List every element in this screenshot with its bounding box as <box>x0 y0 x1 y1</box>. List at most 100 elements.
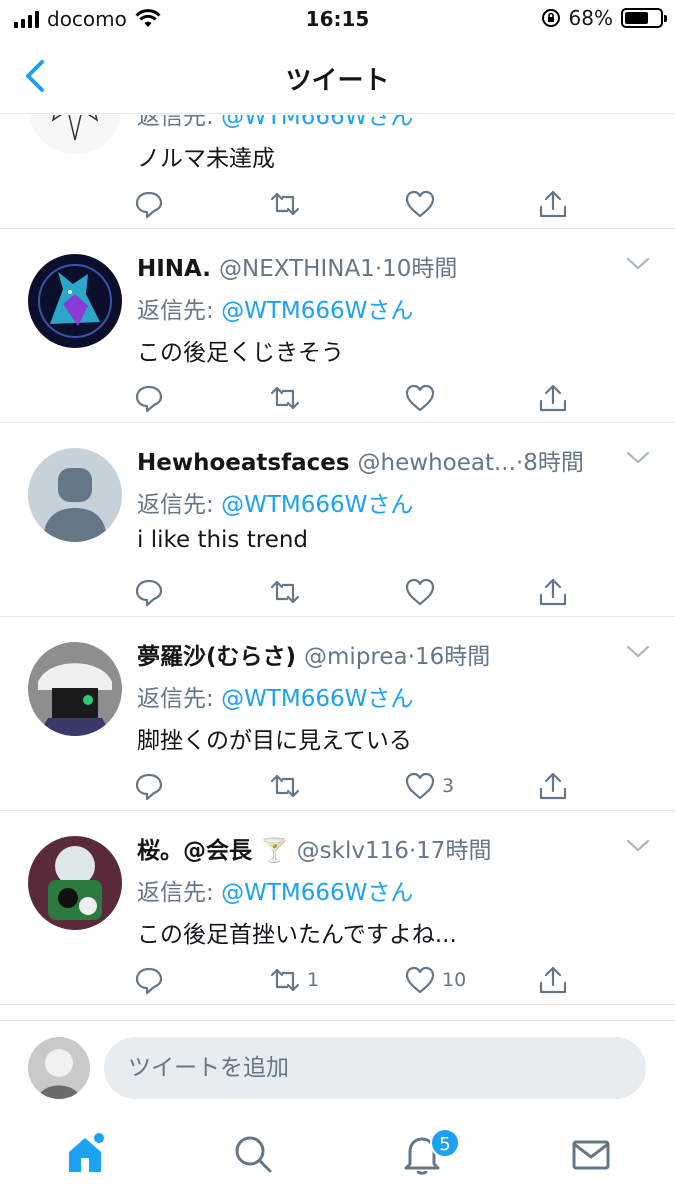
user-handle[interactable]: @miprea <box>304 644 408 670</box>
tweet-text: この後足首挫いたんですよね... <box>137 922 457 948</box>
search-icon[interactable] <box>231 1132 275 1176</box>
chevron-down-icon[interactable] <box>625 253 651 273</box>
retweet-icon <box>270 774 300 798</box>
status-bar-right: 68% <box>541 6 667 30</box>
share-button[interactable] <box>537 963 569 997</box>
like-button[interactable] <box>404 381 436 415</box>
tweet-item[interactable]: HINA. @NEXTHINA1 · 10時間 返信先: @WTM666Wさん … <box>0 229 675 423</box>
tweet-item[interactable]: 桜。@会長 🍸 @sklv116 · 17時間 返信先: @WTM666Wさん … <box>0 811 675 1005</box>
avatar[interactable] <box>28 115 122 154</box>
user-name[interactable]: HINA. <box>137 256 211 282</box>
tweet-text: i like this trend <box>137 527 309 553</box>
avatar[interactable] <box>28 254 122 348</box>
heart-icon <box>405 190 435 218</box>
tweet-time: 10時間 <box>382 256 458 282</box>
reply-prefix: 返信先: <box>137 298 222 324</box>
notifications-badge: 5 <box>430 1128 460 1158</box>
reply-prefix: 返信先: <box>137 880 222 906</box>
tweet-header: Hewhoeatsfaces @hewhoeat... · 8時間 <box>137 443 617 477</box>
like-count: 10 <box>442 969 467 991</box>
user-name[interactable]: Hewhoeatsfaces <box>137 450 350 476</box>
retweet-button[interactable] <box>269 187 301 221</box>
tweet-text: ノルマ未達成 <box>137 146 275 172</box>
chevron-down-icon[interactable] <box>625 835 651 855</box>
share-button[interactable] <box>537 769 569 803</box>
reply-mention-link[interactable]: @WTM666Wさん <box>221 686 413 712</box>
reply-prefix: 返信先: <box>137 115 222 130</box>
user-name[interactable]: 夢羅沙(むらさ) <box>137 637 296 671</box>
reply-icon <box>135 579 163 607</box>
user-handle[interactable]: @NEXTHINA1 <box>219 256 375 282</box>
share-icon <box>539 190 567 218</box>
battery-icon <box>621 8 667 28</box>
avatar[interactable] <box>28 836 122 930</box>
mail-icon[interactable] <box>569 1132 613 1176</box>
tweet-item[interactable]: Hewhoeatsfaces @hewhoeat... · 8時間 返信先: @… <box>0 423 675 617</box>
reply-to: 返信先: @WTM666Wさん <box>137 485 413 519</box>
user-handle[interactable]: @hewhoeat... <box>358 450 516 476</box>
share-icon <box>539 772 567 800</box>
reply-button[interactable] <box>133 963 165 997</box>
tweet-header: 夢羅沙(むらさ) @miprea · 16時間 <box>137 637 617 671</box>
like-button[interactable]: 3 <box>404 769 454 803</box>
tweet-item[interactable]: 返信先: @WTM666Wさん ノルマ未達成 <box>0 115 675 229</box>
share-icon <box>539 966 567 994</box>
share-button[interactable] <box>537 187 569 221</box>
battery-level <box>625 12 649 24</box>
reply-mention-link[interactable]: @WTM666Wさん <box>221 115 413 130</box>
tweet-time: 17時間 <box>416 838 492 864</box>
share-button[interactable] <box>537 381 569 415</box>
chevron-down-icon[interactable] <box>625 641 651 661</box>
heart-icon <box>405 384 435 412</box>
reply-prefix: 返信先: <box>137 492 222 518</box>
retweet-button[interactable] <box>269 769 301 803</box>
share-button[interactable] <box>537 575 569 609</box>
tweet-item[interactable]: 夢羅沙(むらさ) @miprea · 16時間 返信先: @WTM666Wさん … <box>0 617 675 811</box>
user-handle[interactable]: @sklv116 <box>297 838 409 864</box>
tweet-actions <box>133 381 573 415</box>
share-icon <box>539 384 567 412</box>
like-button[interactable]: 10 <box>404 963 466 997</box>
battery-percent: 68% <box>568 6 613 30</box>
tweet-detail-screen: docomo 16:15 68% ツイート 返信先: @WTM666Wさん ノル… <box>0 0 675 1200</box>
reply-mention-link[interactable]: @WTM666Wさん <box>221 492 413 518</box>
home-icon[interactable] <box>63 1132 107 1176</box>
like-button[interactable] <box>404 187 436 221</box>
share-icon <box>539 578 567 606</box>
user-name[interactable]: 桜。@会長 <box>137 831 252 865</box>
reply-button[interactable] <box>133 381 165 415</box>
tweet-header: HINA. @NEXTHINA1 · 10時間 <box>137 249 617 283</box>
reply-icon <box>135 967 163 995</box>
add-tweet-input[interactable]: ツイートを追加 <box>104 1037 646 1099</box>
reply-to: 返信先: @WTM666Wさん <box>137 873 413 907</box>
reply-button[interactable] <box>133 575 165 609</box>
reply-to: 返信先: @WTM666Wさん <box>137 291 413 325</box>
like-button[interactable] <box>404 575 436 609</box>
reply-button[interactable] <box>133 187 165 221</box>
tweet-actions: 3 <box>133 769 573 803</box>
orientation-lock-icon <box>541 9 560 27</box>
separator-dot: · <box>407 644 415 670</box>
reply-prefix: 返信先: <box>137 686 222 712</box>
tweet-time: 8時間 <box>523 450 584 476</box>
reply-icon <box>135 191 163 219</box>
page-title: ツイート <box>285 66 390 96</box>
reply-button[interactable] <box>133 769 165 803</box>
avatar[interactable] <box>28 642 122 736</box>
chevron-down-icon[interactable] <box>625 447 651 467</box>
retweet-icon <box>270 192 300 216</box>
reply-to: 返信先: @WTM666Wさん <box>137 115 413 131</box>
reply-list[interactable]: 返信先: @WTM666Wさん ノルマ未達成 HINA. @NEXTHINA1 … <box>0 115 675 1020</box>
status-bar: docomo 16:15 68% <box>0 0 675 40</box>
retweet-button[interactable] <box>269 381 301 415</box>
reply-mention-link[interactable]: @WTM666Wさん <box>221 880 413 906</box>
my-avatar[interactable] <box>28 1037 90 1099</box>
heart-icon <box>405 966 435 994</box>
retweet-icon <box>270 968 300 992</box>
retweet-button[interactable]: 1 <box>269 963 319 997</box>
tweet-header: 桜。@会長 🍸 @sklv116 · 17時間 <box>137 831 617 865</box>
retweet-button[interactable] <box>269 575 301 609</box>
reply-mention-link[interactable]: @WTM666Wさん <box>221 298 413 324</box>
avatar[interactable] <box>28 448 122 542</box>
tab-bar <box>0 1114 675 1200</box>
